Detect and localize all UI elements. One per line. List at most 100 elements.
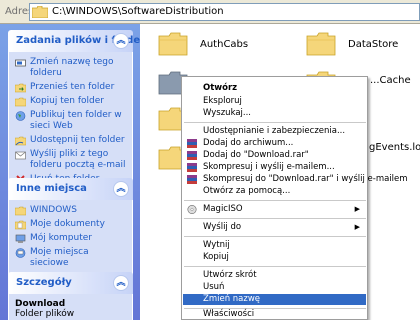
copy-folder-icon (15, 97, 26, 107)
place-my-computer[interactable]: Mój komputer (15, 233, 128, 244)
folder-item-datastore[interactable]: DataStore (306, 32, 398, 56)
place-my-documents[interactable]: Moje dokumenty (15, 219, 128, 230)
menu-label: Wyślij do (203, 222, 242, 232)
menu-item-cut[interactable]: Wytnij (183, 240, 366, 251)
address-path: C:\WINDOWS\SoftwareDistribution (52, 6, 224, 17)
menu-item-sharing[interactable]: Udostępnianie i zabezpieczenia... (183, 126, 366, 137)
folder-icon (306, 32, 336, 56)
folder-icon (32, 6, 48, 18)
menu-item-compress-email[interactable]: Skompresuj i wyślij e-mailem... (183, 162, 366, 173)
menu-label: Skompresuj do "Download.rar" i wyślij e-… (203, 174, 408, 184)
menu-item-explore[interactable]: Eksploruj (183, 96, 366, 107)
winrar-icon (187, 175, 197, 184)
menu-separator (184, 236, 366, 237)
task-label: Udostępnij ten folder (30, 135, 125, 145)
task-label: Kopiuj ten folder (30, 96, 104, 106)
menu-label: Dodaj do "Download.rar" (203, 150, 309, 160)
place-label: Moje dokumenty (30, 219, 105, 229)
menu-item-open[interactable]: Otwórz (183, 83, 366, 94)
menu-label: Dodaj do archiwum... (203, 138, 294, 148)
email-icon (15, 151, 26, 160)
menu-item-copy[interactable]: Kopiuj (183, 252, 366, 263)
menu-label: Wyszukaj... (203, 108, 252, 118)
file-tasks-header[interactable]: Zadania plików i folderów ︽ (8, 30, 140, 52)
menu-item-send-to[interactable]: Wyślij do ▶ (183, 222, 366, 233)
collapse-chevron-icon[interactable]: ︽ (113, 181, 129, 197)
task-move-folder[interactable]: Przenieś ten folder (15, 82, 128, 93)
menu-separator (184, 266, 366, 267)
menu-item-magiciso[interactable]: MagicISO ▶ (183, 204, 366, 215)
other-places-header[interactable]: Inne miejsca ︽ (8, 178, 133, 200)
place-windows[interactable]: WINDOWS (15, 205, 128, 216)
menu-separator (184, 218, 366, 219)
menu-label: Udostępnianie i zabezpieczenia... (203, 126, 346, 136)
share-icon (15, 136, 26, 146)
move-folder-icon (15, 83, 26, 93)
menu-label: Usuń (203, 282, 225, 292)
menu-item-add-rar[interactable]: Dodaj do "Download.rar" (183, 150, 366, 161)
details-header[interactable]: Szczegóły ︽ (8, 272, 133, 294)
menu-separator (184, 200, 366, 201)
collapse-chevron-icon[interactable]: ︽ (113, 275, 129, 291)
winrar-icon (187, 139, 197, 148)
winrar-icon (187, 151, 197, 160)
menu-item-compress-rar-email[interactable]: Skompresuj do "Download.rar" i wyślij e-… (183, 174, 408, 185)
address-input[interactable]: C:\WINDOWS\SoftwareDistribution (29, 3, 420, 21)
menu-item-add-archive[interactable]: Dodaj do archiwum... (183, 138, 366, 149)
menu-label: MagicISO (203, 204, 243, 214)
task-label: Wyślij pliki z tego folderu pocztą e-mai… (30, 149, 126, 170)
menu-label: Wytnij (203, 240, 230, 250)
place-label: Mój komputer (30, 233, 92, 243)
task-rename-folder[interactable]: Zmień nazwę tego folderu (15, 57, 128, 79)
details-item-type: Folder plików (15, 309, 75, 319)
menu-label: Kopiuj (203, 252, 229, 262)
folder-icon (158, 32, 188, 56)
documents-folder-icon (15, 220, 26, 230)
task-email-files[interactable]: Wyślij pliki z tego folderu pocztą e-mai… (15, 149, 128, 171)
rename-icon (15, 59, 26, 67)
details-item-name: Download (15, 299, 66, 309)
other-places-title: Inne miejsca (16, 183, 87, 194)
menu-label: Eksploruj (203, 96, 242, 106)
details-panel: Szczegóły ︽ Download Folder plików (8, 272, 133, 320)
globe-icon (15, 111, 26, 121)
menu-item-search[interactable]: Wyszukaj... (183, 108, 366, 119)
menu-label: Otwórz (203, 83, 238, 93)
place-network[interactable]: Moje miejsca sieciowe (15, 247, 128, 269)
menu-label: Właściwości (203, 309, 255, 319)
details-title: Szczegóły (16, 277, 72, 288)
folder-name: AuthCabs (200, 38, 249, 50)
menu-label: Otwórz za pomocą... (203, 186, 291, 196)
submenu-arrow-icon: ▶ (354, 223, 360, 231)
file-tasks-panel: Zadania plików i folderów ︽ Zmień nazwę … (8, 30, 140, 195)
menu-item-rename[interactable]: Zmień nazwę (183, 294, 366, 305)
menu-separator (184, 122, 366, 123)
file-name-partial: gEvents.log (369, 142, 420, 153)
folder-name-partial: ...Cache (370, 75, 411, 86)
menu-item-properties[interactable]: Właściwości (183, 309, 366, 320)
place-label: Moje miejsca sieciowe (30, 247, 89, 268)
menu-label: Zmień nazwę (203, 294, 261, 304)
menu-item-create-shortcut[interactable]: Utwórz skrót (183, 270, 366, 281)
menu-item-delete[interactable]: Usuń (183, 282, 366, 293)
context-menu: Otwórz Eksploruj Wyszukaj... Udostępnian… (181, 76, 408, 320)
magiciso-disc-icon (187, 205, 197, 214)
menu-item-open-with[interactable]: Otwórz za pomocą... (183, 186, 366, 197)
task-label: Publikuj ten folder w sieci Web (30, 110, 122, 131)
other-places-panel: Inne miejsca ︽ WINDOWS Moje dokumenty Mó… (8, 178, 133, 279)
folder-icon (15, 206, 26, 216)
task-copy-folder[interactable]: Kopiuj ten folder (15, 96, 128, 107)
submenu-arrow-icon: ▶ (354, 205, 360, 213)
task-label: Zmień nazwę tego folderu (30, 57, 114, 78)
winrar-icon (187, 163, 197, 172)
address-bar: Adres C:\WINDOWS\SoftwareDistribution (0, 0, 420, 24)
task-pane: Zadania plików i folderów ︽ Zmień nazwę … (0, 24, 140, 320)
folder-item-authcabs[interactable]: AuthCabs (158, 32, 248, 56)
menu-label: Skompresuj i wyślij e-mailem... (203, 162, 335, 172)
folder-name: DataStore (348, 38, 399, 50)
task-publish-web[interactable]: Publikuj ten folder w sieci Web (15, 110, 128, 132)
menu-label: Utwórz skrót (203, 270, 257, 280)
network-icon (15, 248, 26, 258)
task-share-folder[interactable]: Udostępnij ten folder (15, 135, 128, 146)
collapse-chevron-icon[interactable]: ︽ (113, 33, 129, 49)
